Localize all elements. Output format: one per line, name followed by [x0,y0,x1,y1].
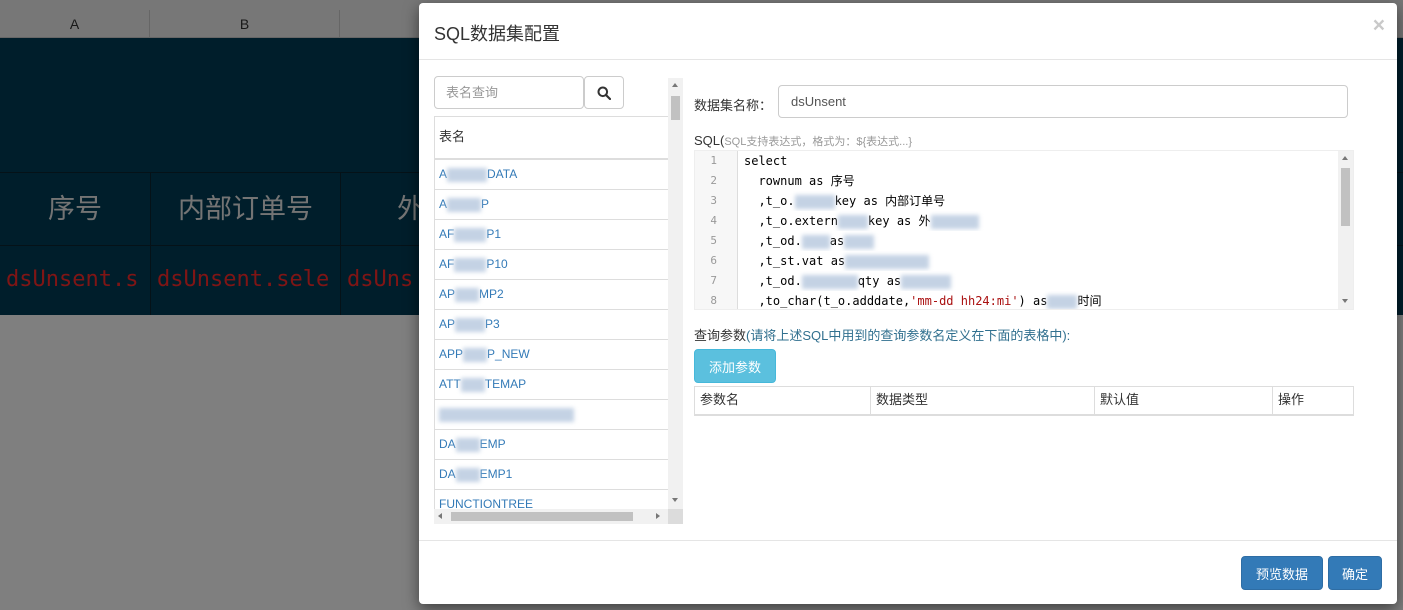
table-row[interactable]: APP P_NEW [435,340,668,370]
code-line: rownum as 序号 [744,174,855,188]
param-col-type: 数据类型 [871,387,1095,415]
param-col-name: 参数名 [695,387,871,415]
table-row[interactable]: FUNCTIONTREE [435,490,668,509]
table-row[interactable]: AP MP2 [435,280,668,310]
dataset-name-input[interactable] [778,85,1348,118]
sql-dataset-modal: SQL数据集配置 × 表名 ADATA AP AFP1 AFP10 APMP2 … [419,3,1397,604]
table-row[interactable]: A DATA [435,160,668,190]
code-area[interactable]: select rownum as 序号 ,t_o. key as 内部订单号 ,t… [744,151,1334,309]
table-list-horizontal-scrollbar[interactable] [434,509,668,524]
line-number: 6 [710,254,717,267]
table-row[interactable]: DA EMP1 [435,460,668,490]
sql-hint: SQL支持表达式，格式为：${表达式...} [724,136,912,148]
scrollbar-thumb[interactable] [1341,168,1350,226]
code-line: ,t_o. key as 内部订单号 [744,194,946,209]
add-param-button[interactable]: 添加参数 [694,349,776,383]
line-number: 4 [710,214,717,227]
table-row[interactable]: AP P3 [435,310,668,340]
scrollbar-thumb[interactable] [671,96,680,120]
code-line: ,t_od. qty as [744,271,1334,291]
table-row[interactable]: AF P1 [435,220,668,250]
param-col-actions: 操作 [1278,392,1305,407]
table-row[interactable]: ATT TEMAP [435,370,668,400]
table-row[interactable] [435,400,668,430]
sql-label: SQL(SQL支持表达式，格式为：${表达式...} [694,133,912,148]
table-list: 表名 A DATA AP AF P1 AF P10 AP MP2 AP P3 APP P_N… [434,116,668,509]
table-search-input[interactable] [434,76,584,109]
table-row[interactable]: AP [435,190,668,220]
table-row[interactable]: DA EMP [435,430,668,460]
code-line: ,t_od. as [744,231,1334,251]
query-params-label: 查询参数(请将上述SQL中用到的查询参数名定义在下面的表格中): [694,328,1071,343]
line-number: 1 [710,154,717,167]
scrollbar-corner [668,509,683,524]
code-line: ,t_st.vat as [744,251,1334,271]
search-icon [597,86,611,100]
modal-title: SQL数据集配置 [434,24,561,44]
confirm-button[interactable]: 确定 [1328,556,1382,590]
code-line: ,to_char(t_o.adddate,'mm-dd hh24:mi') as… [744,294,1102,309]
editor-vertical-scrollbar[interactable] [1338,151,1353,309]
preview-data-button[interactable]: 预览数据 [1241,556,1323,590]
line-number-gutter: 1 2 3 4 5 6 7 8 [695,151,738,309]
modal-header: SQL数据集配置 × [419,3,1397,60]
sql-editor[interactable]: 1 2 3 4 5 6 7 8 select rownum as 序号 ,t_o… [694,150,1354,310]
modal-footer: 预览数据 确定 [419,540,1397,604]
dataset-name-label: 数据集名称： [694,98,773,113]
code-line: select [744,154,788,168]
line-number: 8 [710,294,717,307]
table-name-header: 表名 [435,116,668,160]
query-params-hint: (请将上述SQL中用到的查询参数名定义在下面的表格中): [746,328,1071,343]
line-number: 2 [710,174,717,187]
close-icon[interactable]: × [1373,15,1385,36]
table-list-panel: 表名 ADATA AP AFP1 AFP10 APMP2 APP3 APPP_N… [434,76,684,524]
line-number: 3 [710,194,717,207]
scrollbar-thumb[interactable] [451,512,633,521]
search-button[interactable] [584,76,624,109]
params-table-header: 参数名 数据类型 默认值 操作 [694,386,1354,416]
line-number: 7 [710,274,717,287]
table-row[interactable]: AF P10 [435,250,668,280]
code-line: ,t_o.extern key as 外 [744,211,1334,231]
sql-config-panel: 数据集名称： SQL(SQL支持表达式，格式为：${表达式...} 1 2 3 … [694,76,1384,546]
line-number: 5 [710,234,717,247]
param-col-default: 默认值 [1095,387,1273,415]
table-list-vertical-scrollbar[interactable] [668,78,683,509]
